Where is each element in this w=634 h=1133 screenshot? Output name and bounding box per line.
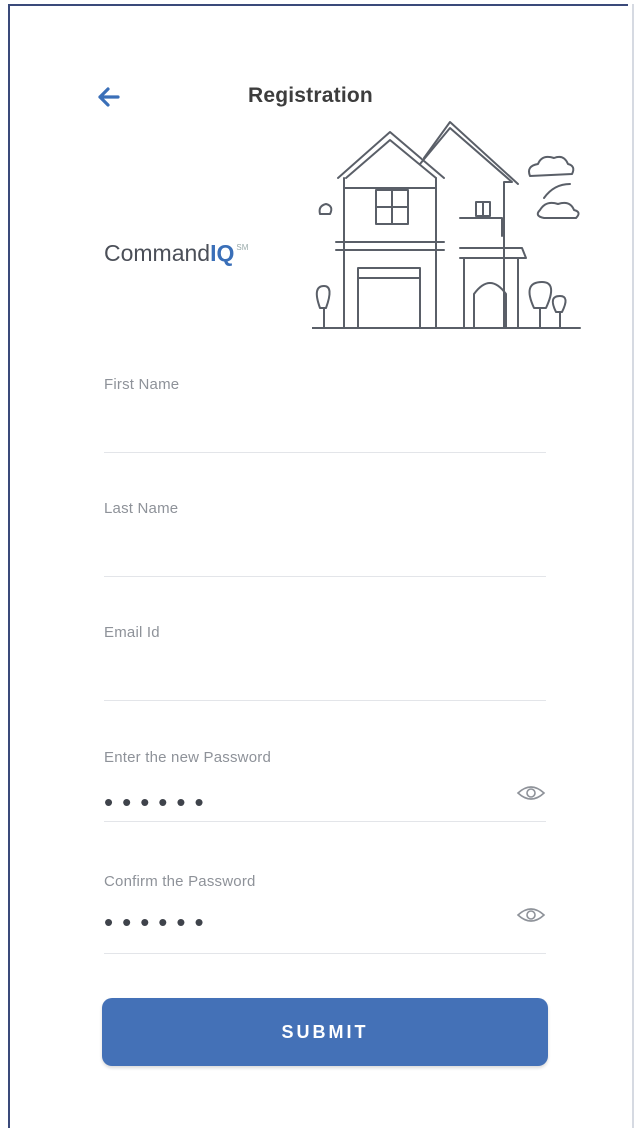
brand-name-bold: IQ — [210, 240, 235, 266]
brand-name-plain: Command — [104, 240, 211, 266]
last-name-label: Last Name — [104, 500, 179, 517]
eye-icon — [516, 786, 546, 800]
new-password-label: Enter the new Password — [104, 749, 271, 766]
new-password-value: •••••• — [104, 787, 213, 817]
new-password-visibility-toggle[interactable] — [516, 783, 546, 803]
new-password-underline — [104, 821, 546, 822]
email-field[interactable]: Email Id — [104, 624, 546, 701]
brand-service-mark: SM — [236, 243, 249, 252]
confirm-password-label: Confirm the Password — [104, 873, 256, 890]
first-name-field[interactable]: First Name — [104, 376, 546, 453]
first-name-label: First Name — [104, 376, 180, 393]
confirm-password-field[interactable]: Confirm the Password •••••• — [104, 873, 546, 954]
confirm-password-underline — [104, 953, 546, 954]
house-illustration — [312, 121, 581, 329]
confirm-password-value: •••••• — [104, 907, 213, 937]
last-name-field[interactable]: Last Name — [104, 500, 546, 577]
confirm-password-visibility-toggle[interactable] — [516, 905, 546, 925]
brand-logo: CommandIQ SM — [104, 240, 248, 267]
back-button[interactable] — [96, 82, 132, 112]
first-name-underline — [104, 452, 546, 453]
submit-button[interactable]: SUBMIT — [102, 998, 548, 1066]
new-password-field[interactable]: Enter the new Password •••••• — [104, 749, 546, 822]
page-title: Registration — [248, 84, 373, 107]
email-underline — [104, 700, 546, 701]
eye-icon — [516, 908, 546, 922]
email-label: Email Id — [104, 624, 160, 641]
last-name-underline — [104, 576, 546, 577]
arrow-left-icon — [98, 87, 120, 107]
